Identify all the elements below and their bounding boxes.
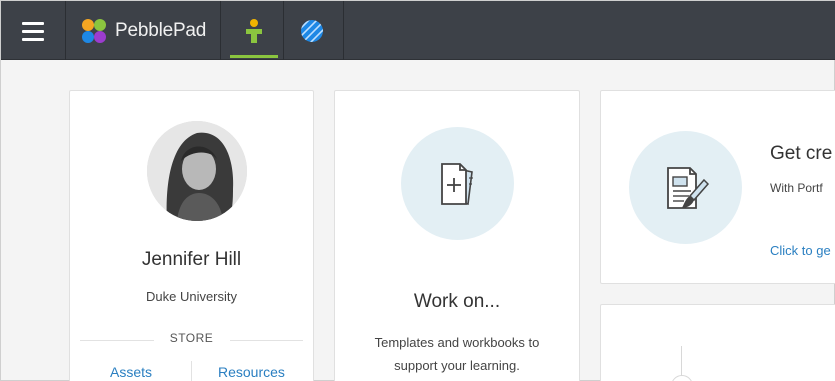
work-on-card[interactable]: Work on... Templates and workbooks to su… (334, 90, 580, 381)
store-links: Assets Resources (70, 361, 313, 381)
work-on-title: Work on... (413, 291, 501, 312)
get-creative-title: Get cre (770, 143, 833, 164)
tab-atlas[interactable] (288, 1, 336, 60)
create-icon-circle (629, 131, 742, 244)
menu-icon-bar (22, 37, 44, 41)
menu-icon-bar (22, 21, 44, 25)
connector-node (671, 375, 693, 381)
document-brush-icon (666, 166, 709, 209)
avatar-photo (147, 121, 247, 221)
globe-icon (301, 19, 323, 42)
person-icon (246, 18, 262, 43)
divider (283, 1, 284, 60)
profile-card: Jennifer Hill Duke University STORE Asse… (69, 90, 314, 381)
get-creative-card[interactable]: Get cre With Portf Click to ge (600, 90, 835, 284)
work-icon-circle (401, 127, 514, 240)
brand-name: PebblePad (115, 20, 207, 41)
top-bar: PebblePad (1, 1, 835, 60)
tab-me[interactable] (230, 1, 278, 60)
get-creative-link[interactable]: Click to ge (770, 243, 831, 258)
get-creative-subtitle: With Portf (770, 181, 823, 195)
add-document-icon (440, 162, 473, 205)
menu-button[interactable] (11, 15, 55, 47)
menu-icon-bar (22, 29, 44, 33)
brand-logo[interactable]: PebblePad (81, 17, 206, 45)
divider (343, 1, 344, 60)
lower-card[interactable] (600, 304, 835, 381)
resources-link[interactable]: Resources (218, 364, 285, 380)
profile-name: Jennifer Hill (141, 249, 242, 270)
divider (65, 1, 66, 60)
store-label: STORE (169, 331, 214, 345)
active-tab-indicator (230, 55, 278, 58)
work-on-description: Templates and workbooks to support your … (374, 335, 540, 373)
profile-institution: Duke University (145, 289, 238, 304)
divider (191, 361, 192, 381)
store-divider: STORE (80, 331, 303, 347)
avatar[interactable] (147, 121, 247, 221)
divider (220, 1, 221, 60)
assets-link[interactable]: Assets (110, 364, 152, 380)
pebblepad-logo-icon (82, 19, 106, 43)
